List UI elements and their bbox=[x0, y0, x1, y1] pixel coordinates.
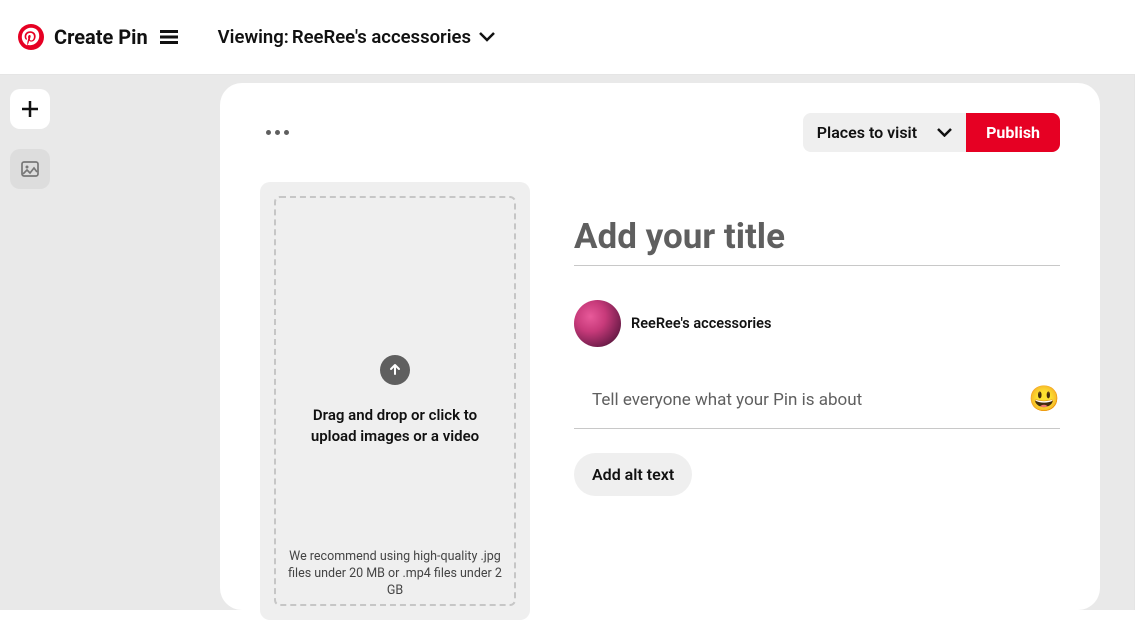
upload-main-text: Drag and drop or click to upload images … bbox=[292, 405, 498, 447]
board-select-label: Places to visit bbox=[817, 123, 917, 142]
left-rail bbox=[0, 75, 60, 610]
description-input[interactable] bbox=[574, 386, 1017, 414]
app-header: Create Pin Viewing: ReeRee's accessories bbox=[0, 0, 1135, 75]
add-pin-button[interactable] bbox=[10, 89, 50, 129]
dot-icon bbox=[284, 130, 289, 135]
chevron-down-icon bbox=[937, 128, 952, 137]
viewing-board-selector[interactable]: Viewing: ReeRee's accessories bbox=[218, 26, 495, 48]
menu-icon[interactable] bbox=[160, 29, 178, 45]
upload-dropzone[interactable]: Drag and drop or click to upload images … bbox=[274, 196, 516, 606]
author-row: ReeRee's accessories bbox=[574, 300, 1060, 347]
draft-thumbnail[interactable] bbox=[10, 149, 50, 189]
avatar[interactable] bbox=[574, 300, 621, 347]
viewing-prefix: Viewing: bbox=[218, 26, 289, 48]
image-icon bbox=[21, 160, 39, 178]
workspace: Places to visit Publish Drag and drop or… bbox=[0, 75, 1135, 610]
description-row: 😃 bbox=[574, 385, 1060, 429]
publish-button[interactable]: Publish bbox=[966, 113, 1060, 152]
pin-form: ReeRee's accessories 😃 Add alt text bbox=[574, 182, 1060, 620]
editor-columns: Drag and drop or click to upload images … bbox=[260, 182, 1060, 620]
more-options-button[interactable] bbox=[260, 124, 295, 141]
title-input[interactable] bbox=[574, 210, 1060, 266]
dot-icon bbox=[275, 130, 280, 135]
dot-icon bbox=[266, 130, 271, 135]
author-name: ReeRee's accessories bbox=[631, 315, 771, 332]
viewing-board-name: ReeRee's accessories bbox=[292, 26, 471, 48]
upload-icon bbox=[380, 355, 410, 385]
emoji-picker-button[interactable]: 😃 bbox=[1029, 385, 1060, 414]
pinterest-logo-icon bbox=[18, 24, 44, 50]
upload-hint-text: We recommend using high-quality .jpg fil… bbox=[286, 549, 504, 600]
pin-editor: Places to visit Publish Drag and drop or… bbox=[220, 83, 1100, 610]
chevron-down-icon bbox=[479, 32, 495, 42]
editor-toolbar: Places to visit Publish bbox=[260, 113, 1060, 152]
plus-icon bbox=[20, 99, 40, 119]
board-select[interactable]: Places to visit bbox=[803, 113, 966, 152]
page-title: Create Pin bbox=[54, 25, 148, 49]
add-alt-text-button[interactable]: Add alt text bbox=[574, 453, 692, 496]
upload-zone: Drag and drop or click to upload images … bbox=[260, 182, 530, 620]
